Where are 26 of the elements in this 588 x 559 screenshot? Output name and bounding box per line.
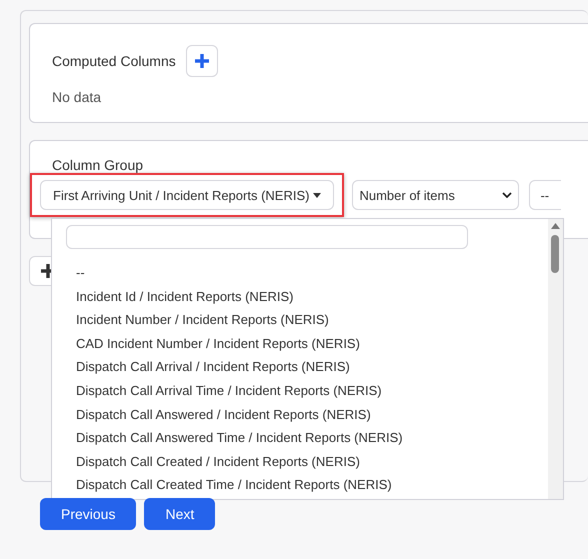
next-button[interactable]: Next <box>144 498 216 530</box>
scrollbar-thumb[interactable] <box>551 235 559 273</box>
field-select[interactable]: First Arriving Unit / Incident Reports (NERIS) <box>40 180 334 210</box>
dropdown-option[interactable]: Dispatch Call Answered / Incident Reports (NERIS) <box>66 402 381 426</box>
previous-button[interactable]: Previous <box>40 498 136 530</box>
dropdown-option[interactable]: Dispatch Call Answered Time / Incident Reports (NERIS) <box>66 426 413 450</box>
section-title: Column Group <box>51 157 144 173</box>
caret-icon <box>313 192 322 198</box>
dropdown-option[interactable]: Incident Number / Incident Reports (NERIS) <box>66 308 339 332</box>
third-select[interactable]: -- <box>529 180 562 210</box>
add-computed-column-button[interactable] <box>186 45 218 77</box>
dropdown-option[interactable]: Dispatch Call Arrival / Incident Reports (NERIS) <box>66 355 360 379</box>
dropdown-option[interactable]: Dispatch Call Created Time / Incident Reports (NERIS) <box>66 473 402 497</box>
chevron-down-icon <box>502 192 512 198</box>
empty-text: No data <box>52 89 102 105</box>
dropdown-option[interactable]: Dispatch Call Created / Incident Reports (NERIS) <box>66 450 370 474</box>
dropdown-option[interactable]: CAD Incident Number / Incident Reports (NERIS) <box>66 332 370 356</box>
search-field[interactable] <box>66 225 468 249</box>
scroll-up-icon[interactable] <box>551 223 560 229</box>
aggregate-select[interactable]: Number of items <box>352 180 520 210</box>
dropdown-option[interactable]: Dispatch Call Arrival Time / Incident Reports (NERIS) <box>66 378 392 403</box>
dropdown-option[interactable]: -- <box>66 261 95 285</box>
plus-icon <box>194 53 210 69</box>
section-title: Computed Columns <box>52 53 176 69</box>
scrollbar[interactable] <box>548 219 563 499</box>
dropdown-option[interactable]: Incident Id / Incident Reports (NERIS) <box>66 284 304 308</box>
